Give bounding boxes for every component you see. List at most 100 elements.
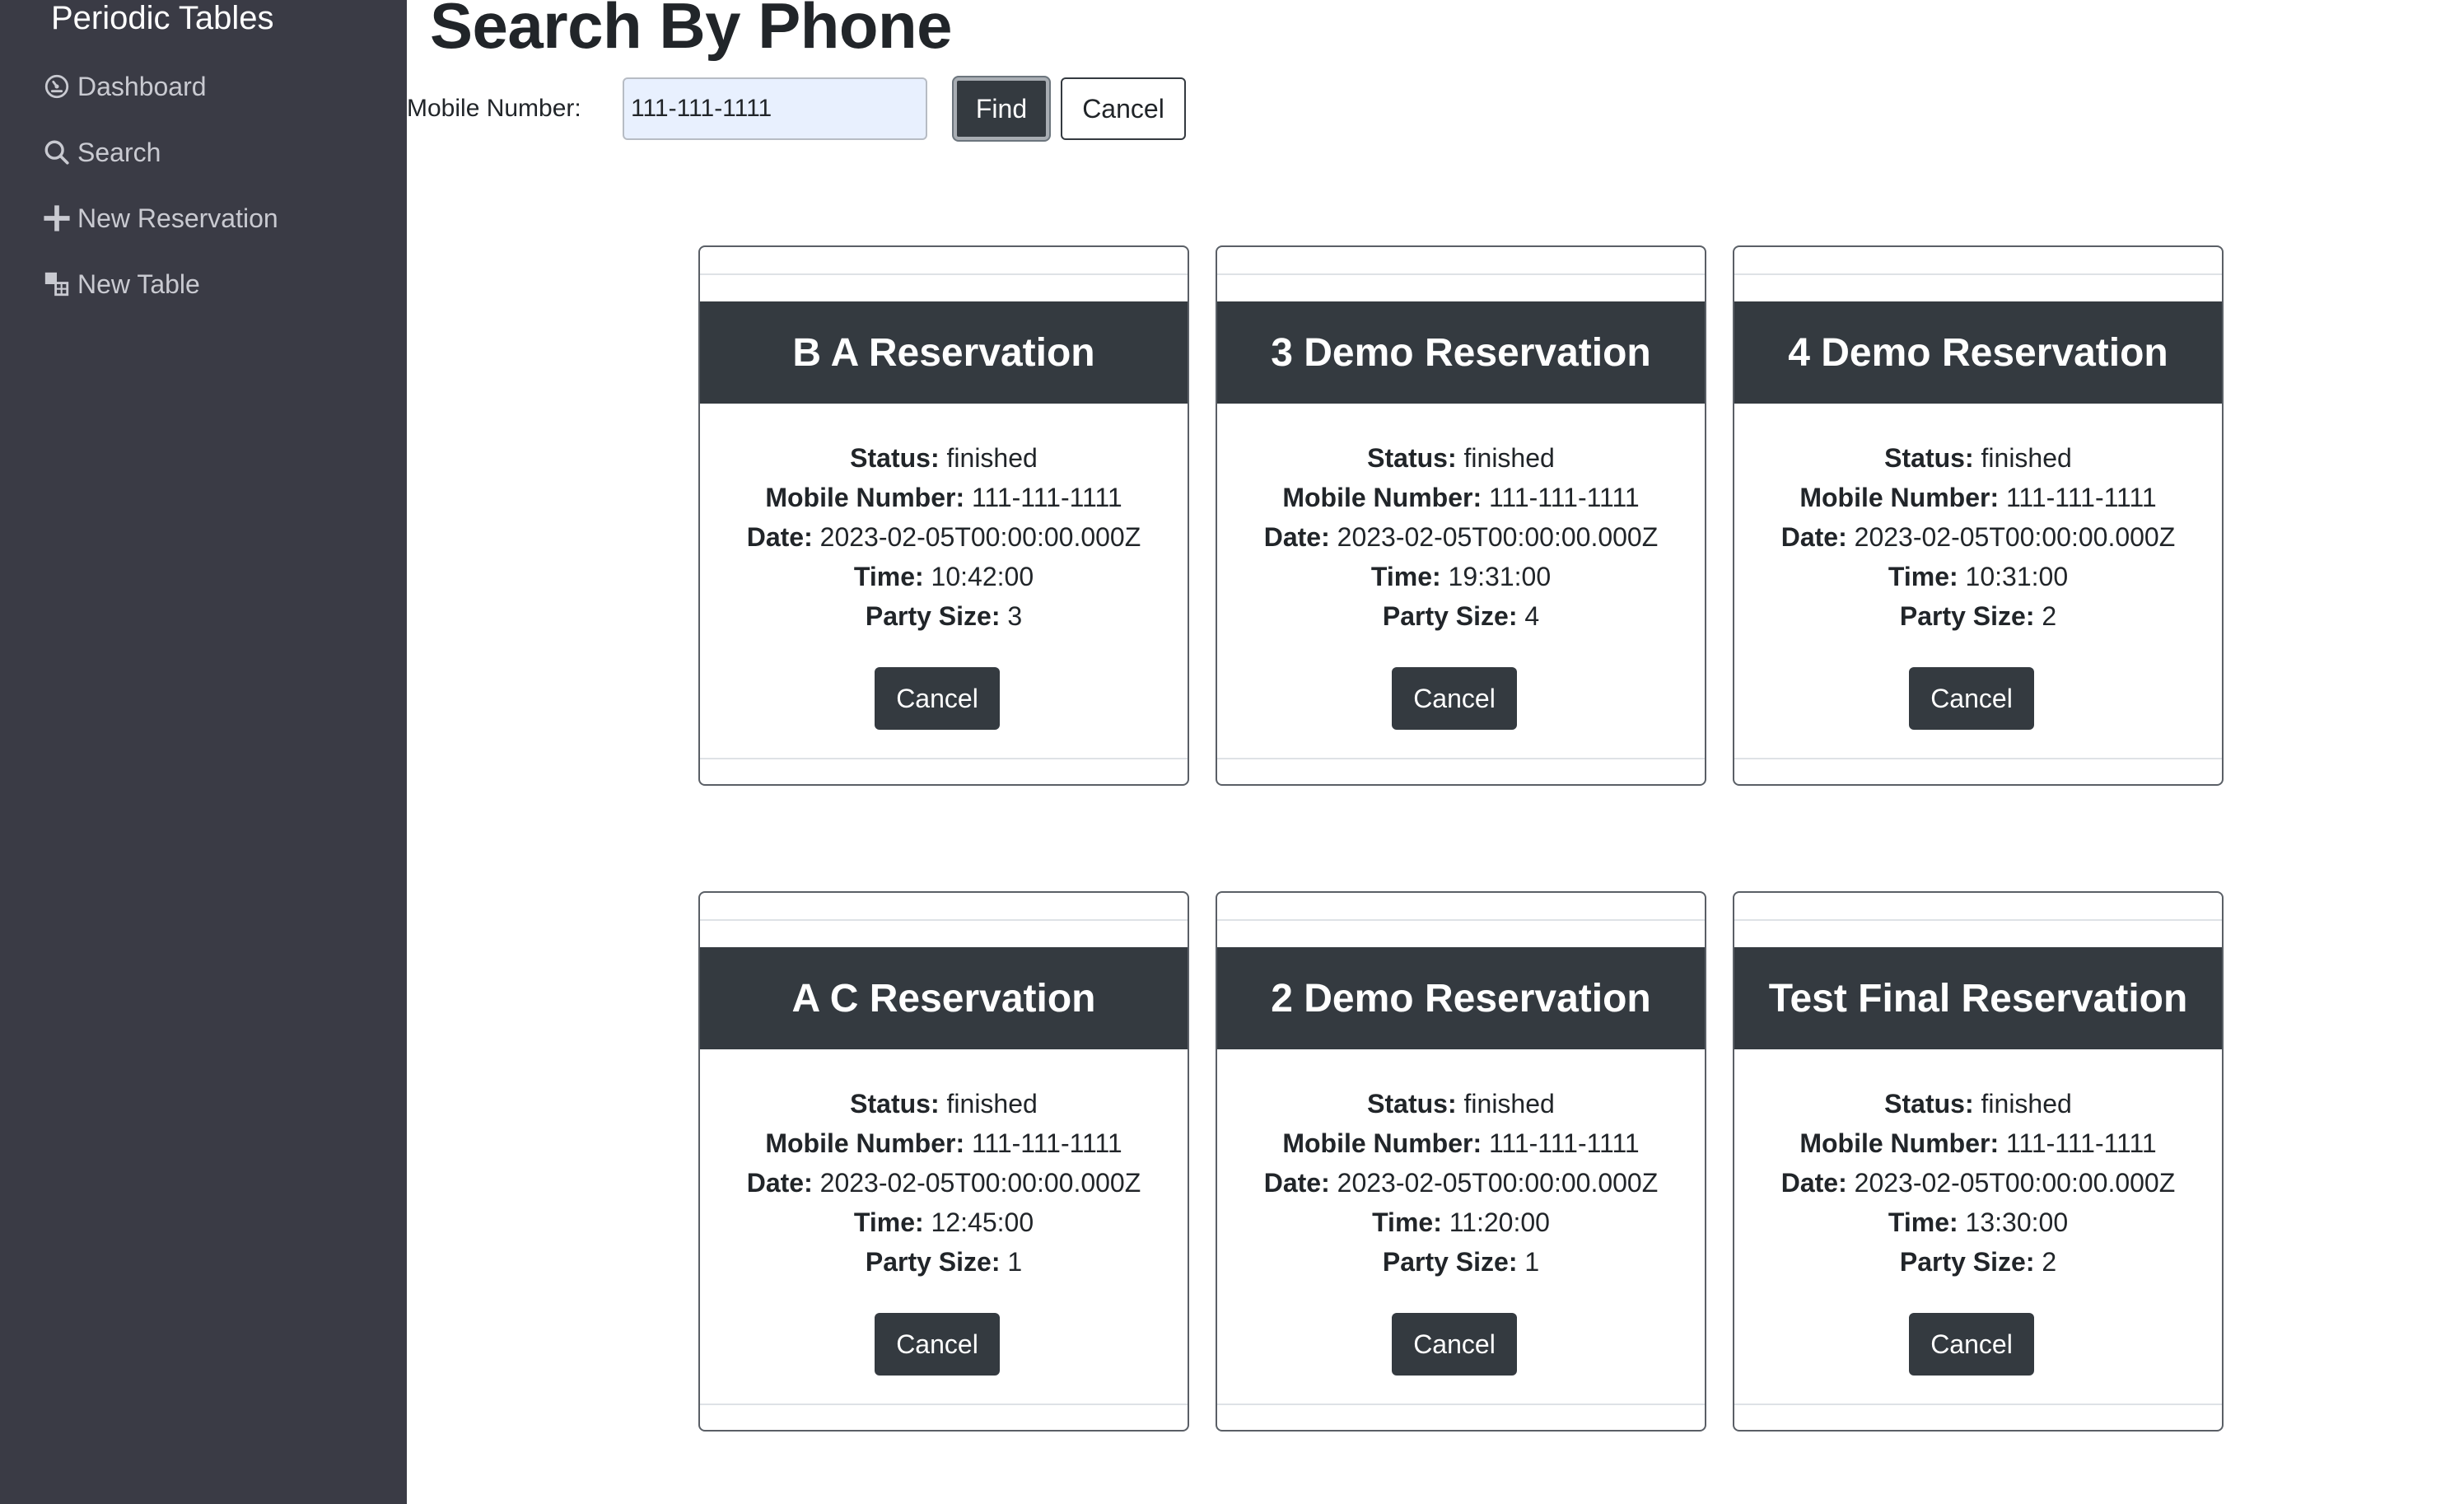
party-size-line: Party Size: 1 <box>1217 1242 1705 1282</box>
mobile-line: Mobile Number: 111-111-1111 <box>700 478 1188 517</box>
date-label: Date: <box>1263 522 1330 552</box>
time-line: Time: 12:45:00 <box>700 1203 1188 1242</box>
reservation-details: Status: finished Mobile Number: 111-111-… <box>700 438 1188 636</box>
date-line: Date: 2023-02-05T00:00:00.000Z <box>700 1163 1188 1203</box>
time-label: Time: <box>853 562 924 591</box>
reservation-name: 2 Demo Reservation <box>1217 947 1705 1049</box>
status-label: Status: <box>850 443 940 473</box>
status-value: finished <box>946 443 1038 473</box>
date-line: Date: 2023-02-05T00:00:00.000Z <box>700 517 1188 557</box>
card-divider <box>1734 758 2222 759</box>
reservation-details: Status: finished Mobile Number: 111-111-… <box>1734 438 2222 636</box>
date-label: Date: <box>746 1168 813 1198</box>
reservation-name: 3 Demo Reservation <box>1217 301 1705 404</box>
mobile-value: 111-111-1111 <box>972 1128 1122 1158</box>
search-icon <box>44 140 69 165</box>
time-line: Time: 19:31:00 <box>1217 557 1705 596</box>
party-size-line: Party Size: 1 <box>700 1242 1188 1282</box>
card-divider <box>1734 1404 2222 1405</box>
date-line: Date: 2023-02-05T00:00:00.000Z <box>1217 517 1705 557</box>
cancel-reservation-button[interactable]: Cancel <box>1392 667 1517 730</box>
mobile-line: Mobile Number: 111-111-1111 <box>1217 478 1705 517</box>
party-size-line: Party Size: 3 <box>700 596 1188 636</box>
reservation-details: Status: finished Mobile Number: 111-111-… <box>700 1084 1188 1282</box>
table-icon <box>44 272 69 297</box>
time-label: Time: <box>1888 562 1958 591</box>
party-size-line: Party Size: 2 <box>1734 1242 2222 1282</box>
time-line: Time: 10:42:00 <box>700 557 1188 596</box>
mobile-label: Mobile Number: <box>765 483 965 512</box>
card-divider <box>1217 1404 1705 1405</box>
status-value: finished <box>1981 1089 2072 1119</box>
mobile-line: Mobile Number: 111-111-1111 <box>1217 1123 1705 1163</box>
card-divider <box>1734 273 2222 275</box>
status-label: Status: <box>1367 1089 1457 1119</box>
status-value: finished <box>1463 443 1555 473</box>
party-size-value: 2 <box>2042 601 2057 631</box>
time-line: Time: 13:30:00 <box>1734 1203 2222 1242</box>
reservation-details: Status: finished Mobile Number: 111-111-… <box>1734 1084 2222 1282</box>
find-button[interactable]: Find <box>954 77 1049 140</box>
party-size-line: Party Size: 4 <box>1217 596 1705 636</box>
sidebar-item-search[interactable]: Search <box>43 132 161 173</box>
cancel-reservation-button[interactable]: Cancel <box>875 667 1000 730</box>
mobile-value: 111-111-1111 <box>2006 483 2157 512</box>
mobile-label: Mobile Number: <box>1282 1128 1482 1158</box>
sidebar-item-dashboard[interactable]: Dashboard <box>43 66 207 107</box>
time-label: Time: <box>1888 1207 1958 1237</box>
status-line: Status: finished <box>1734 438 2222 478</box>
date-value: 2023-02-05T00:00:00.000Z <box>1854 1168 2176 1198</box>
time-value: 13:30:00 <box>1965 1207 2069 1237</box>
reservation-details: Status: finished Mobile Number: 111-111-… <box>1217 438 1705 636</box>
mobile-label: Mobile Number: <box>1799 483 2000 512</box>
card-divider <box>700 758 1188 759</box>
party-size-value: 4 <box>1524 601 1540 631</box>
reservation-name: A C Reservation <box>700 947 1188 1049</box>
cancel-reservation-button[interactable]: Cancel <box>1909 667 2034 730</box>
mobile-number-input[interactable] <box>623 77 927 140</box>
card-divider <box>1217 919 1705 921</box>
mobile-line: Mobile Number: 111-111-1111 <box>1734 1123 2222 1163</box>
party-size-label: Party Size: <box>1382 1247 1518 1277</box>
time-value: 10:42:00 <box>931 562 1034 591</box>
sidebar-item-new-reservation[interactable]: New Reservation <box>43 198 278 239</box>
time-value: 11:20:00 <box>1449 1207 1550 1237</box>
sidebar-item-new-table[interactable]: New Table <box>43 264 200 305</box>
party-size-value: 3 <box>1007 601 1023 631</box>
party-size-label: Party Size: <box>865 1247 1001 1277</box>
reservation-card: 2 Demo Reservation Status: finished Mobi… <box>1216 891 1706 1432</box>
date-label: Date: <box>1780 1168 1847 1198</box>
cancel-reservation-button[interactable]: Cancel <box>1392 1313 1517 1376</box>
mobile-number-label: Mobile Number: <box>407 95 581 122</box>
reservation-name: Test Final Reservation <box>1734 947 2222 1049</box>
party-size-line: Party Size: 2 <box>1734 596 2222 636</box>
time-value: 12:45:00 <box>931 1207 1034 1237</box>
mobile-value: 111-111-1111 <box>1489 483 1640 512</box>
card-divider <box>700 273 1188 275</box>
reservation-card: A C Reservation Status: finished Mobile … <box>698 891 1189 1432</box>
reservation-details: Status: finished Mobile Number: 111-111-… <box>1217 1084 1705 1282</box>
cancel-button[interactable]: Cancel <box>1061 77 1186 140</box>
party-size-label: Party Size: <box>865 601 1001 631</box>
page-title: Search By Phone <box>430 0 953 62</box>
status-line: Status: finished <box>1734 1084 2222 1123</box>
mobile-line: Mobile Number: 111-111-1111 <box>700 1123 1188 1163</box>
time-value: 19:31:00 <box>1448 562 1552 591</box>
mobile-label: Mobile Number: <box>1282 483 1482 512</box>
sidebar-item-label: Dashboard <box>77 71 207 101</box>
status-label: Status: <box>850 1089 940 1119</box>
party-size-label: Party Size: <box>1899 1247 2035 1277</box>
brand-title[interactable]: Periodic Tables <box>51 0 274 36</box>
status-value: finished <box>946 1089 1038 1119</box>
reservation-card: Test Final Reservation Status: finished … <box>1733 891 2224 1432</box>
reservation-name: B A Reservation <box>700 301 1188 404</box>
time-label: Time: <box>1372 1207 1442 1237</box>
cancel-reservation-button[interactable]: Cancel <box>1909 1313 2034 1376</box>
mobile-value: 111-111-1111 <box>1489 1128 1640 1158</box>
time-line: Time: 11:20:00 <box>1217 1203 1705 1242</box>
party-size-label: Party Size: <box>1899 601 2035 631</box>
date-line: Date: 2023-02-05T00:00:00.000Z <box>1734 517 2222 557</box>
status-label: Status: <box>1884 1089 1974 1119</box>
cancel-reservation-button[interactable]: Cancel <box>875 1313 1000 1376</box>
plus-icon <box>44 205 70 231</box>
